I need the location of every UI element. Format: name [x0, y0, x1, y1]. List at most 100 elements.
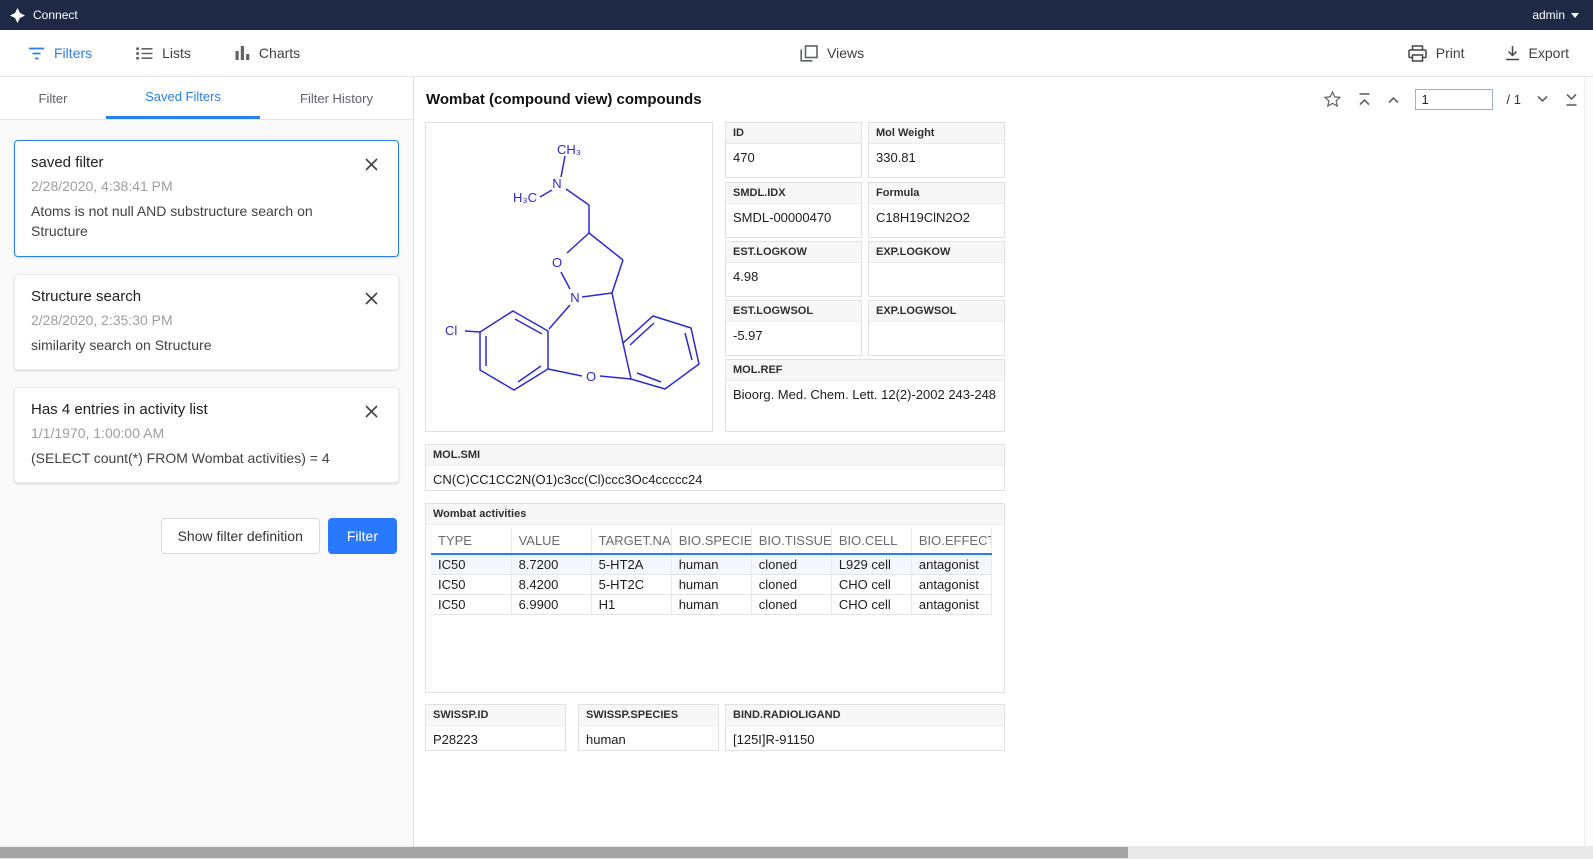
tab-filter-label: Filter [39, 91, 68, 106]
toolbar-left-group: Filters Lists Charts [28, 30, 300, 76]
export-button[interactable]: Export [1505, 45, 1569, 61]
close-icon[interactable] [361, 288, 382, 312]
sidebar-tabs: Filter Saved Filters Filter History [0, 77, 413, 120]
toolbar-right-group: Print Export [1408, 30, 1569, 76]
field-bind-radioligand: BIND.RADIOLIGAND [125I]R-91150 [725, 704, 1005, 751]
atom-label-o: O [552, 255, 562, 270]
table-row[interactable]: IC50 6.9900 H1 human cloned CHO cell ant… [431, 595, 992, 615]
close-icon[interactable] [361, 154, 382, 178]
filters-sidebar: Filter Saved Filters Filter History save… [0, 77, 414, 846]
field-value: [125I]R-91150 [726, 726, 1004, 751]
scroll-to-top-icon [1357, 92, 1372, 107]
page-total-label: / 1 [1507, 92, 1521, 107]
page-title: Wombat (compound view) compounds [426, 77, 702, 122]
field-value: human [579, 726, 718, 751]
cell: human [671, 575, 751, 595]
saved-filter-card[interactable]: Structure search 2/28/2020, 2:35:30 PM s… [14, 274, 399, 370]
table-row[interactable]: IC50 8.7200 5-HT2A human cloned L929 cel… [431, 554, 992, 575]
toolbar-center-group: Views [800, 30, 864, 76]
column-header-bio-tissue[interactable]: BIO.TISSUE [751, 528, 831, 554]
bar-chart-icon [235, 46, 250, 60]
print-button[interactable]: Print [1408, 45, 1465, 62]
cell: antagonist [911, 554, 991, 575]
views-label: Views [827, 45, 864, 61]
filter-card-description: (SELECT count(*) FROM Wombat activities)… [31, 448, 354, 468]
filter-card-title: Has 4 entries in activity list [31, 401, 354, 418]
filter-card-description: Atoms is not null AND substructure searc… [31, 201, 354, 242]
user-menu[interactable]: admin [1532, 8, 1579, 22]
favorite-star-button[interactable] [1322, 89, 1343, 110]
column-header-bio-cell[interactable]: BIO.CELL [831, 528, 911, 554]
tab-lists[interactable]: Lists [136, 45, 191, 61]
activities-table: TYPE VALUE TARGET.NA BIO.SPECIE BIO.TISS… [431, 528, 992, 615]
cell: antagonist [911, 575, 991, 595]
chevron-down-icon [1535, 92, 1550, 107]
page-number-input[interactable] [1415, 89, 1493, 110]
field-est-logwsol: EST.LOGWSOL -5.97 [725, 300, 862, 356]
saved-filters-list: saved filter 2/28/2020, 4:38:41 PM Atoms… [0, 120, 413, 483]
atom-label-h3c: H₃C [513, 190, 537, 205]
tab-filters[interactable]: Filters [28, 45, 92, 61]
download-icon [1505, 45, 1520, 61]
filter-button[interactable]: Filter [328, 518, 397, 554]
cell: human [671, 595, 751, 615]
field-mol-smi: MOL.SMI CN(C)CC1CC2N(O1)c3cc(Cl)ccc3Oc4c… [425, 444, 1005, 491]
tab-charts[interactable]: Charts [235, 45, 300, 61]
column-header-target[interactable]: TARGET.NA [591, 528, 671, 554]
filter-card-description: similarity search on Structure [31, 335, 354, 355]
column-header-bio-species[interactable]: BIO.SPECIE [671, 528, 751, 554]
field-value: 4.98 [726, 263, 861, 291]
cell: L929 cell [831, 554, 911, 575]
export-label: Export [1529, 45, 1569, 61]
cell: CHO cell [831, 595, 911, 615]
show-filter-definition-button[interactable]: Show filter definition [161, 518, 320, 554]
column-header-bio-effect[interactable]: BIO.EFFECT [911, 528, 991, 554]
horizontal-scrollbar-thumb[interactable] [0, 847, 1128, 858]
field-value: 470 [726, 144, 861, 172]
previous-record-button[interactable] [1386, 92, 1401, 107]
next-record-button[interactable] [1535, 92, 1550, 107]
horizontal-scrollbar[interactable] [0, 846, 1593, 859]
cell: 8.4200 [511, 575, 591, 595]
field-label: SMDL.IDX [726, 183, 861, 204]
column-header-value[interactable]: VALUE [511, 528, 591, 554]
column-header-type[interactable]: TYPE [431, 528, 511, 554]
field-exp-logwsol: EXP.LOGWSOL [868, 300, 1005, 356]
cell: CHO cell [831, 575, 911, 595]
cell: antagonist [911, 595, 991, 615]
cell: 5-HT2A [591, 554, 671, 575]
close-icon[interactable] [361, 401, 382, 425]
field-mol-weight: Mol Weight 330.81 [868, 122, 1005, 178]
user-name: admin [1532, 8, 1565, 22]
tab-filter-history-label: Filter History [300, 91, 373, 106]
activities-header-row: TYPE VALUE TARGET.NA BIO.SPECIE BIO.TISS… [431, 528, 992, 554]
table-row[interactable]: IC50 8.4200 5-HT2C human cloned CHO cell… [431, 575, 992, 595]
field-id: ID 470 [725, 122, 862, 178]
filter-card-title: saved filter [31, 154, 354, 171]
cell: IC50 [431, 554, 511, 575]
connect-logo-icon [10, 8, 25, 23]
cell: 6.9900 [511, 595, 591, 615]
app-name: Connect [33, 8, 78, 22]
saved-filter-card[interactable]: saved filter 2/28/2020, 4:38:41 PM Atoms… [14, 140, 399, 257]
last-record-button[interactable] [1564, 92, 1579, 107]
cell: IC50 [431, 595, 511, 615]
field-label: EST.LOGKOW [726, 242, 861, 263]
tab-filter-history[interactable]: Filter History [260, 77, 413, 119]
cell: 8.7200 [511, 554, 591, 575]
field-smdl-idx: SMDL.IDX SMDL-00000470 [725, 182, 862, 238]
field-label: ID [726, 123, 861, 144]
scroll-to-bottom-icon [1564, 92, 1579, 107]
structure-panel: CH₃ N H₃C O N Cl O [425, 122, 713, 432]
saved-filter-card[interactable]: Has 4 entries in activity list 1/1/1970,… [14, 387, 399, 483]
cell: cloned [751, 575, 831, 595]
tab-saved-filters[interactable]: Saved Filters [106, 77, 260, 119]
caret-down-icon [1571, 13, 1579, 18]
sidebar-actions: Show filter definition Filter [0, 500, 413, 554]
tab-filter[interactable]: Filter [0, 77, 106, 119]
atom-label-n-ring: N [570, 290, 579, 305]
views-button[interactable]: Views [800, 45, 864, 62]
vertical-scrollbar[interactable] [1584, 77, 1593, 846]
tab-filters-label: Filters [54, 45, 92, 61]
first-record-button[interactable] [1357, 92, 1372, 107]
